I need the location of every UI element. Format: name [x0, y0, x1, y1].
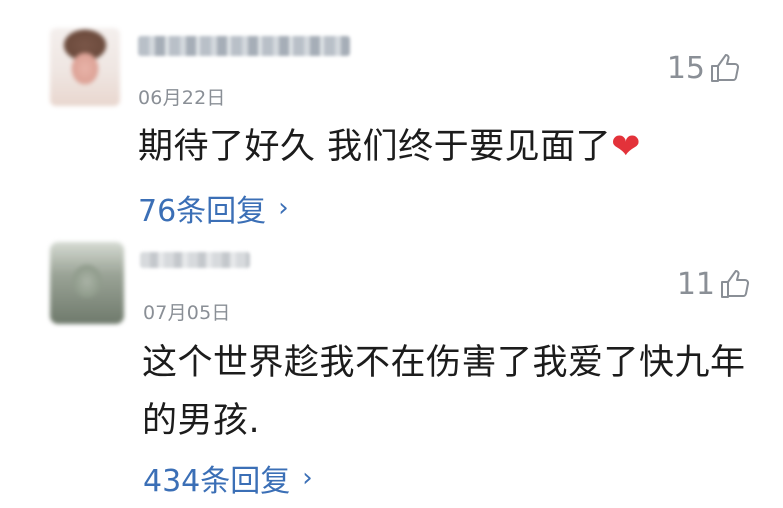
- thumbs-up-icon: [711, 54, 739, 82]
- comment-text: 这个世界趁我不在伤害了我爱了快九年的男孩.: [142, 343, 746, 441]
- like-count: 15: [666, 51, 705, 86]
- comment-date: 07月05日: [143, 302, 231, 324]
- comment-text: 期待了好久 我们终于要见面了❤: [138, 118, 738, 176]
- view-replies-link[interactable]: 76条回复 ›: [138, 186, 289, 230]
- comment-date: 06月22日: [138, 87, 226, 109]
- view-replies-link[interactable]: 434条回复 ›: [143, 456, 313, 500]
- chevron-right-icon: ›: [278, 193, 289, 223]
- thumbs-up-icon: [721, 270, 749, 298]
- avatar[interactable]: [50, 28, 120, 106]
- replies-label: 434条回复: [143, 464, 291, 499]
- like-button[interactable]: 15: [667, 52, 741, 84]
- comment-item: 07月05日 11 这个世界趁我不在伤害了我爱了快九年的男孩. 434条回复 ›: [0, 232, 783, 508]
- username-redacted[interactable]: [138, 36, 350, 56]
- comment-item: 06月22日 15 期待了好久 我们终于要见面了❤ 76条回复 ›: [0, 0, 783, 232]
- comment-text-body: 期待了好久 我们终于要见面了: [138, 127, 612, 167]
- avatar[interactable]: [50, 242, 124, 324]
- replies-label: 76条回复: [138, 194, 267, 229]
- chevron-right-icon: ›: [302, 463, 313, 493]
- like-button[interactable]: 11: [677, 268, 751, 300]
- username-redacted[interactable]: [140, 252, 250, 268]
- heart-emoji: ❤: [611, 127, 641, 167]
- like-count: 11: [676, 267, 715, 302]
